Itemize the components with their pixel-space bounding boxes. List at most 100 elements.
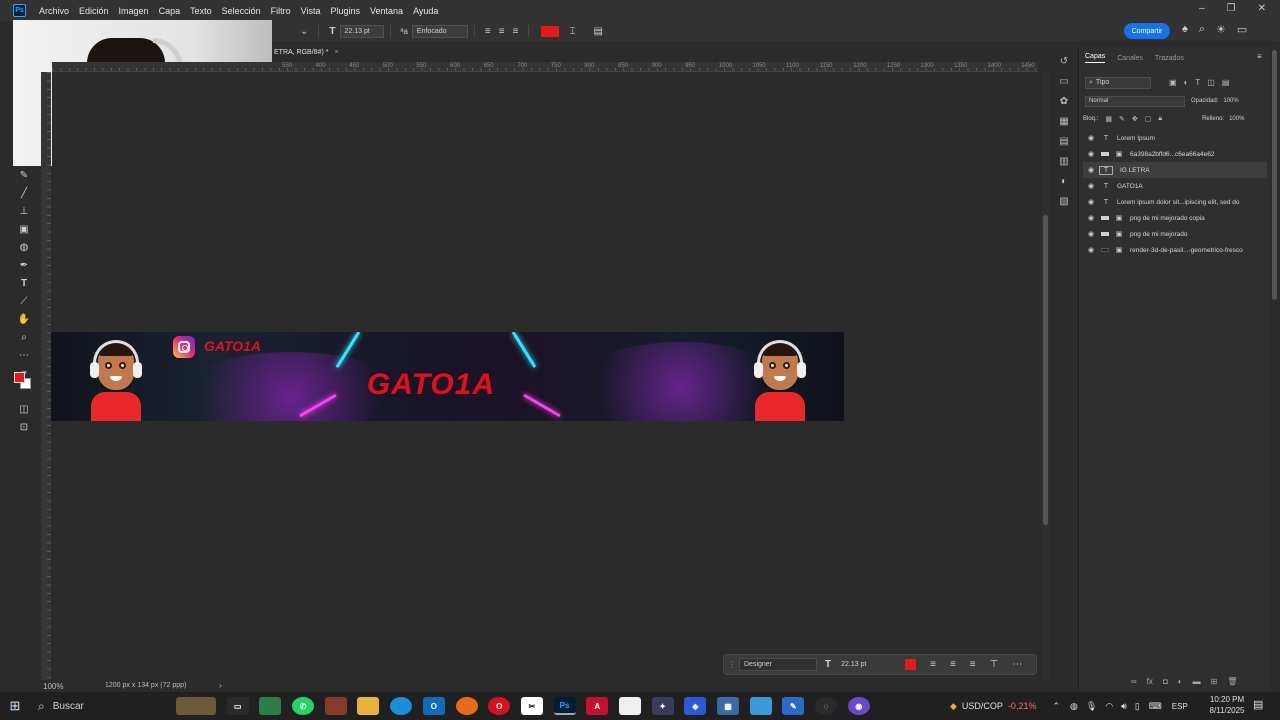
search-icon[interactable]: ⌕	[1199, 23, 1205, 36]
libraries-icon[interactable]: ▥	[1059, 156, 1068, 167]
pen-icon[interactable]: ✒	[17, 258, 31, 272]
visibility-eye-icon[interactable]: ◉	[1083, 230, 1099, 238]
tab-canales[interactable]: Canales	[1117, 55, 1143, 62]
blend-mode-select[interactable]: Normal	[1085, 95, 1185, 107]
opacity-value[interactable]: 100%	[1223, 98, 1238, 104]
opera-icon[interactable]: O	[488, 697, 511, 715]
chevron-down-icon[interactable]: ⌄	[296, 26, 312, 37]
menu-plugins[interactable]: Plugins	[326, 6, 366, 16]
lock-all-icon[interactable]: 🔒︎	[1158, 115, 1162, 123]
close-icon[interactable]: ✕	[1258, 3, 1266, 14]
taskbar-clock[interactable]: 10:20 PM 8/11/2025	[1205, 694, 1249, 716]
text-color-swatch[interactable]	[905, 659, 917, 670]
align-left-icon[interactable]: ≡	[481, 26, 495, 37]
screen-mode-icon[interactable]: ⊡	[17, 420, 31, 434]
share-button[interactable]: Compartir	[1124, 23, 1170, 39]
smudge-icon[interactable]: ◍	[17, 240, 31, 254]
menu-capa[interactable]: Capa	[154, 6, 186, 16]
calculator-icon[interactable]: ▦	[717, 697, 739, 715]
app-icon[interactable]	[324, 697, 347, 715]
lock-artboard-icon[interactable]: ▢	[1145, 115, 1152, 123]
adjustment-layer-icon[interactable]: ◐	[1178, 677, 1183, 686]
app-icon[interactable]: ◌	[815, 697, 838, 715]
layer-row[interactable]: ◉ ▣ png de mi mejorado	[1083, 226, 1267, 242]
notifications-icon[interactable]: ▤	[1253, 698, 1263, 711]
whatsapp-icon[interactable]: ✆	[292, 697, 315, 715]
filter-shape-icon[interactable]: ◫	[1207, 78, 1215, 87]
windows-start-icon[interactable]: ⊞	[0, 698, 30, 714]
wifi-icon[interactable]: ◠	[1105, 701, 1113, 712]
layer-row[interactable]: ◉ ▣ render-3d-de-pasil...-geometrico-fresc…	[1083, 242, 1267, 258]
taskbar-widget-icon[interactable]	[176, 697, 216, 715]
visibility-eye-icon[interactable]: ◉	[1083, 150, 1099, 158]
layer-effects-icon[interactable]: fx	[1147, 677, 1153, 686]
vertical-scroll-thumb[interactable]	[1043, 215, 1048, 525]
currency-pair[interactable]: USD/COP	[962, 701, 1003, 711]
hand-icon[interactable]: ✋	[17, 312, 31, 326]
microphone-icon[interactable]: 🎙︎	[1086, 701, 1097, 712]
tab-trazados[interactable]: Trazados	[1155, 55, 1184, 62]
keyboard-icon[interactable]: ⌨	[1149, 701, 1162, 712]
battery-icon[interactable]: ▯	[1135, 701, 1140, 712]
link-layers-icon[interactable]: ∞	[1131, 677, 1137, 686]
input-language[interactable]: ESP	[1172, 702, 1188, 711]
document-tab[interactable]: ETRA, RGB/8#) * ×	[272, 45, 346, 59]
lock-transparency-icon[interactable]: ▦	[1105, 115, 1112, 123]
notepad-icon[interactable]	[618, 697, 641, 715]
app-icon[interactable]	[749, 697, 772, 715]
filter-type-icon[interactable]: T	[1195, 78, 1200, 87]
align-right-icon[interactable]: ≡	[970, 659, 976, 670]
zoom-icon[interactable]: ⌕	[17, 330, 31, 344]
lock-pixels-icon[interactable]: ✎	[1119, 115, 1125, 123]
filter-pixel-icon[interactable]: ▣	[1169, 78, 1177, 87]
character-panel-icon[interactable]: ▤	[589, 26, 606, 37]
visibility-eye-icon[interactable]: ◉	[1083, 134, 1099, 142]
visibility-eye-icon[interactable]: ◉	[1083, 198, 1099, 206]
status-menu-arrow-icon[interactable]: ›	[219, 681, 222, 690]
more-options-icon[interactable]: ⋯	[1012, 659, 1022, 670]
menu-seleccion[interactable]: Selección	[217, 6, 266, 16]
adjustments-icon[interactable]: ◐	[1061, 176, 1067, 187]
file-explorer-icon[interactable]	[357, 697, 380, 715]
tab-capas[interactable]: Capas	[1085, 53, 1106, 63]
app-icon[interactable]: ◉	[847, 697, 870, 715]
app-icon[interactable]	[455, 697, 478, 715]
notifications-icon[interactable]: ♠	[1182, 23, 1188, 36]
antialias-select[interactable]: Enfocado	[411, 24, 468, 38]
history-icon[interactable]: ↺	[1060, 56, 1068, 67]
menu-ayuda[interactable]: Ayuda	[408, 6, 443, 16]
minimize-icon[interactable]: –	[1199, 3, 1205, 14]
layer-row[interactable]: ◉ T Lorem Ipsum	[1083, 130, 1267, 146]
maximize-icon[interactable]: ❐	[1227, 3, 1236, 14]
text-color-swatch[interactable]	[541, 25, 560, 37]
layer-row[interactable]: ◉ T IG LETRA	[1083, 162, 1267, 178]
stamp-icon[interactable]: ⊥	[17, 204, 31, 218]
type-tool-icon[interactable]: T	[17, 276, 31, 290]
lightbulb-icon[interactable]: ☀	[1216, 23, 1226, 36]
layer-row[interactable]: ◉ T GATO1A	[1083, 178, 1267, 194]
layer-row[interactable]: ◉ ▣ 6a398a2bffd6...c6ea66a4e62	[1083, 146, 1267, 162]
layer-row[interactable]: ◉ ▣ png de mi mejorado copia	[1083, 210, 1267, 226]
banner-title-text[interactable]: GATO1A	[356, 368, 506, 402]
more-tools-icon[interactable]: ⋯	[17, 348, 31, 362]
lock-position-icon[interactable]: ✥	[1132, 115, 1138, 123]
banner-artwork[interactable]: GATO1A GATO1A	[51, 332, 844, 421]
outlook-icon[interactable]: O	[422, 697, 445, 715]
visibility-eye-icon[interactable]: ◉	[1083, 246, 1099, 254]
photoshop-icon[interactable]: Ps	[553, 697, 576, 715]
align-center-icon[interactable]: ≡	[495, 26, 509, 37]
font-family-select[interactable]: Designer	[739, 658, 817, 671]
warp-text-icon[interactable]: ⌶	[565, 26, 579, 37]
app-icon[interactable]: A	[586, 697, 609, 715]
font-size-field[interactable]: 22.13 pt	[339, 24, 384, 38]
filter-smart-icon[interactable]: ▤	[1222, 78, 1230, 87]
filter-adjustment-icon[interactable]: ◐	[1184, 78, 1189, 87]
swatches-icon[interactable]: ▤	[1059, 136, 1068, 147]
delete-layer-icon[interactable]: 🗑︎	[1227, 677, 1237, 686]
zoom-level[interactable]: 100%	[43, 682, 63, 691]
foreground-color-swatch[interactable]	[14, 372, 25, 383]
new-group-icon[interactable]: ▬	[1193, 677, 1201, 686]
align-left-icon[interactable]: ≡	[930, 659, 936, 670]
add-mask-icon[interactable]: ◘	[1163, 677, 1168, 686]
properties-icon[interactable]: ▧	[1059, 196, 1068, 207]
